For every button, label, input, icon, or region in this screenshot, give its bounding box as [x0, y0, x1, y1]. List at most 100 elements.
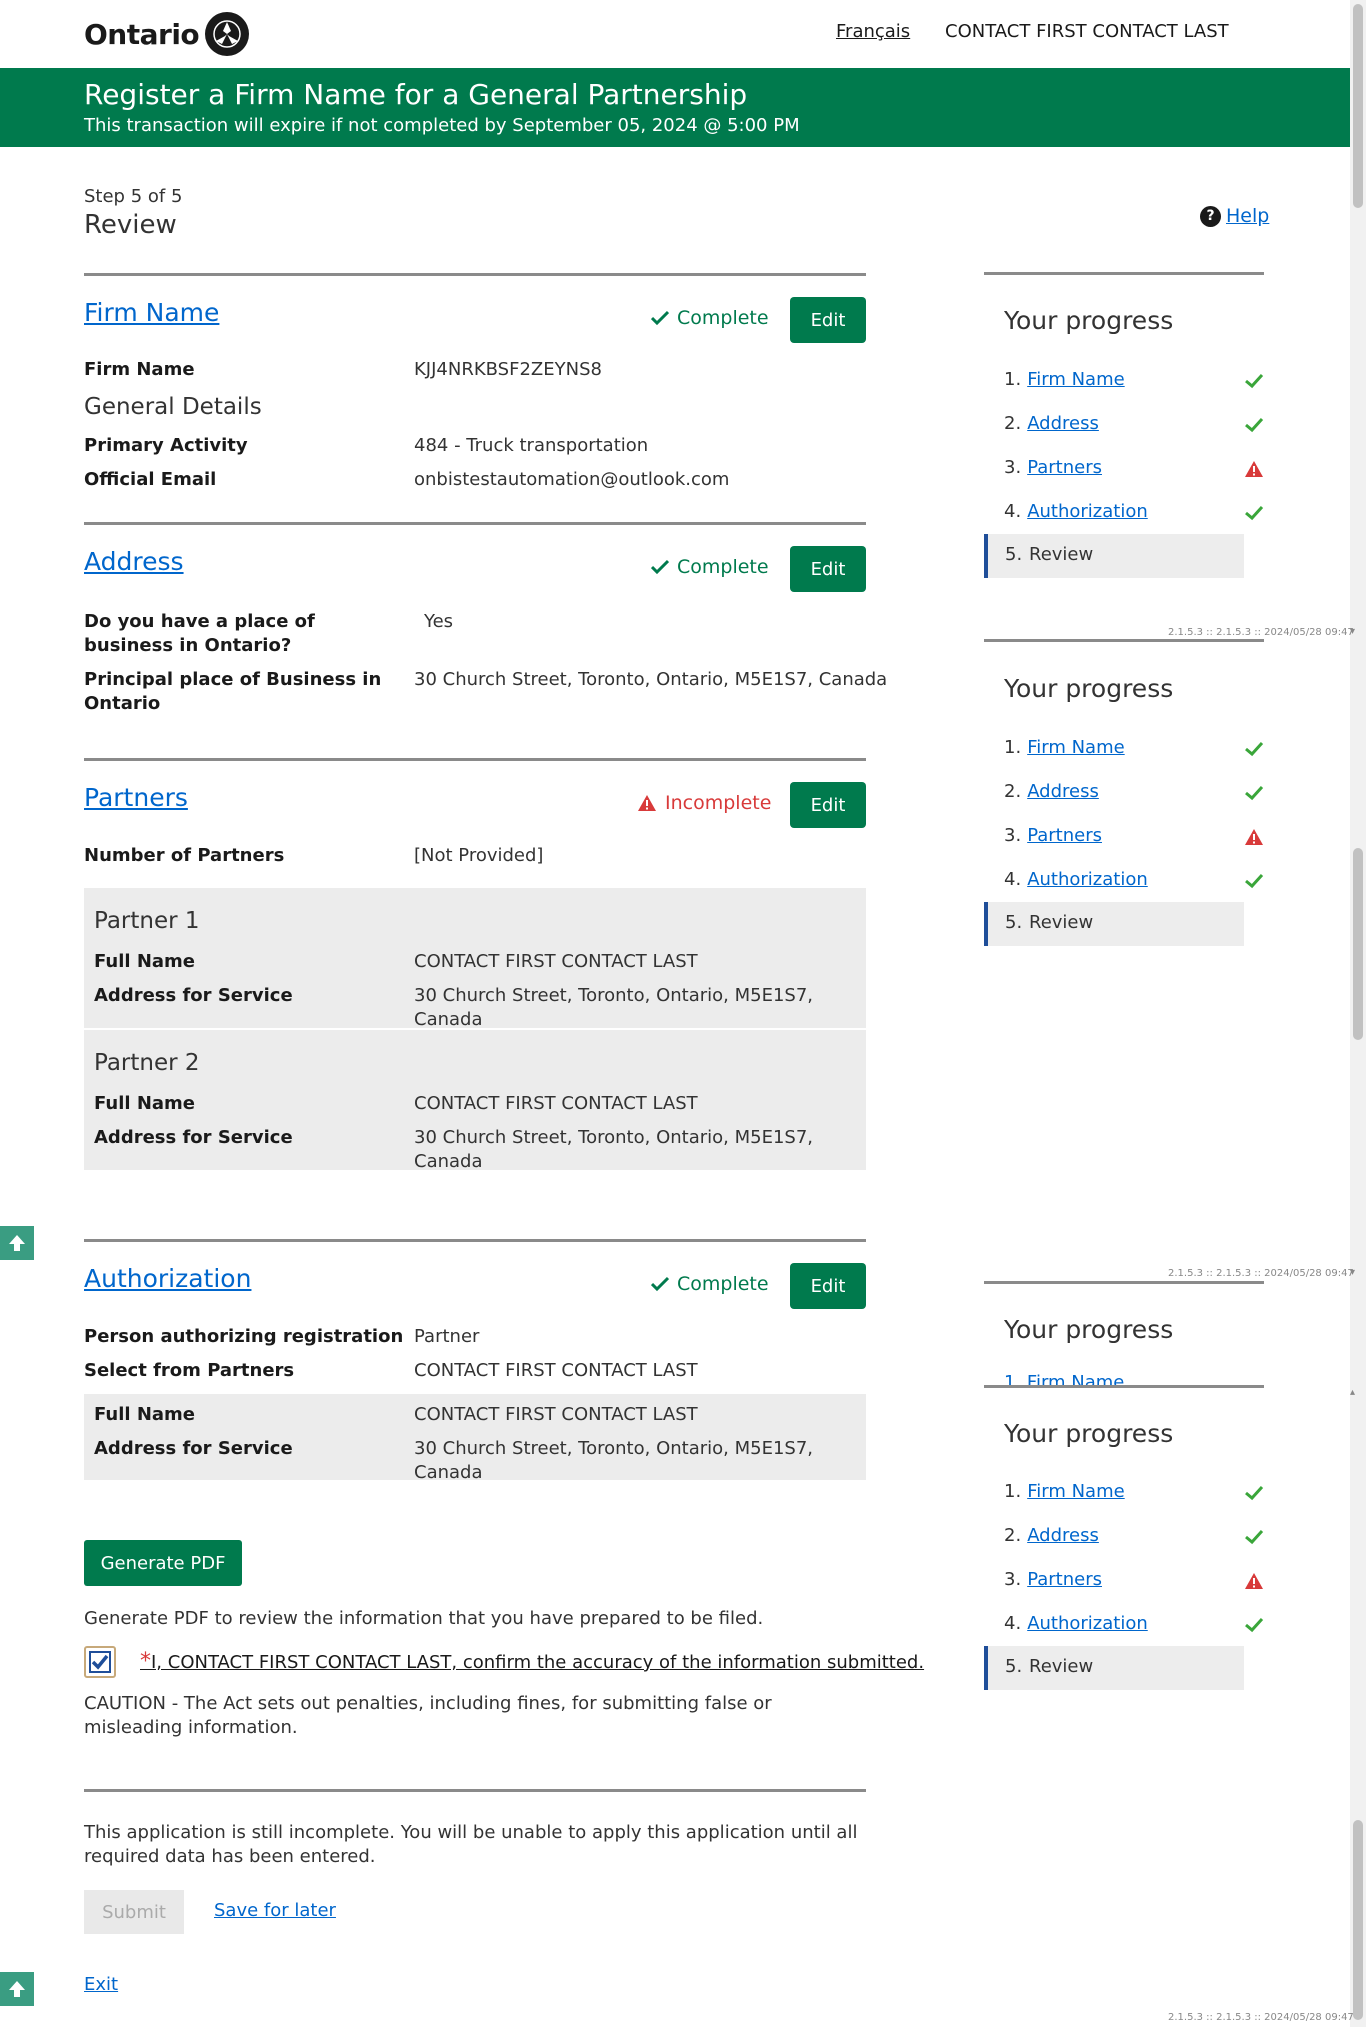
- save-for-later-link[interactable]: Save for later: [214, 1900, 336, 1921]
- generate-pdf-button[interactable]: Generate PDF: [84, 1540, 242, 1586]
- progress-title: Your progress: [1004, 306, 1174, 335]
- check-icon: [1245, 1485, 1264, 1501]
- progress-item-authorization: 4. Authorization: [1004, 869, 1148, 890]
- check-icon: [1245, 1617, 1264, 1633]
- progress-title: Your progress: [1004, 1315, 1174, 1344]
- step-title: Review: [84, 210, 177, 240]
- progress-item-firm-name: 1. Firm Name: [1004, 369, 1125, 390]
- firm-name-status: Complete: [651, 307, 769, 329]
- address-for-service-label: Address for Service: [94, 1438, 293, 1459]
- check-icon: [651, 559, 669, 575]
- status-text: Complete: [677, 1273, 769, 1295]
- address-for-service-value: 30 Church Street, Toronto, Ontario, M5E1…: [414, 985, 813, 1030]
- general-details-heading: General Details: [84, 394, 262, 420]
- progress-item-partners: 3. Partners: [1004, 457, 1102, 478]
- confirm-text[interactable]: I, CONTACT FIRST CONTACT LAST, confirm t…: [151, 1652, 924, 1673]
- place-of-business-label: Do you have a place of business in Ontar…: [84, 611, 315, 656]
- progress-item-authorization: 4. Authorization: [1004, 1613, 1148, 1634]
- check-icon: [651, 1276, 669, 1292]
- progress-divider: [984, 272, 1264, 275]
- partner-title: Partner 2: [94, 1050, 200, 1076]
- primary-activity-label: Primary Activity: [84, 435, 248, 456]
- number-of-partners-label: Number of Partners: [84, 845, 285, 866]
- partners-section-link[interactable]: Partners: [84, 783, 188, 812]
- address-for-service-value: 30 Church Street, Toronto, Ontario, M5E1…: [414, 1438, 813, 1483]
- progress-item-firm-name: 1. Firm Name: [1004, 737, 1125, 758]
- progress-item-partners: 3. Partners: [1004, 825, 1102, 846]
- address-edit-button[interactable]: Edit: [790, 546, 866, 592]
- progress-divider: [984, 1385, 1264, 1388]
- confirm-accuracy-label[interactable]: *I, CONTACT FIRST CONTACT LAST, confirm …: [140, 1649, 924, 1674]
- check-icon: [1245, 873, 1264, 889]
- check-icon: [1245, 417, 1264, 433]
- section-divider: [84, 758, 866, 761]
- authorization-status: Complete: [651, 1273, 769, 1295]
- authorizer-card: Full Name CONTACT FIRST CONTACT LAST Add…: [84, 1394, 866, 1483]
- principal-place-label: Principal place of Business in Ontario: [84, 669, 382, 714]
- full-name-label: Full Name: [94, 1404, 195, 1425]
- step-indicator: Step 5 of 5: [84, 186, 183, 207]
- question-icon: ?: [1200, 205, 1221, 227]
- warning-icon: [638, 795, 656, 811]
- confirm-checkbox[interactable]: [84, 1646, 116, 1678]
- status-text: Incomplete: [665, 792, 772, 814]
- chevron-down-icon: ▾: [1350, 1267, 1356, 1278]
- authorization-section-link[interactable]: Authorization: [84, 1264, 251, 1293]
- authorization-edit-button[interactable]: Edit: [790, 1263, 866, 1309]
- firm-name-section-link[interactable]: Firm Name: [84, 298, 219, 327]
- address-section-link[interactable]: Address: [84, 547, 184, 576]
- chevron-down-icon: ▾: [1350, 626, 1356, 637]
- scroll-thumb[interactable]: [1353, 1820, 1363, 2020]
- ontario-logo[interactable]: Ontario: [84, 12, 250, 56]
- back-to-top-button[interactable]: [0, 1226, 34, 1260]
- official-email-value: onbistestautomation@outlook.com: [414, 469, 730, 490]
- full-name-label: Full Name: [94, 1093, 195, 1114]
- page-scrollbar[interactable]: [1350, 0, 1366, 2027]
- top-bar: Ontario Français CONTACT FIRST CONTACT L…: [0, 0, 1350, 68]
- help-link-label[interactable]: Help: [1226, 205, 1269, 227]
- chevron-up-icon: ▴: [1350, 1387, 1356, 1398]
- progress-item-firm-name: 1. Firm Name: [1004, 1481, 1125, 1502]
- user-name[interactable]: CONTACT FIRST CONTACT LAST: [945, 21, 1229, 42]
- person-authorizing-label: Person authorizing registration: [84, 1326, 404, 1347]
- section-divider: [84, 522, 866, 525]
- check-icon: [651, 310, 669, 326]
- partners-edit-button[interactable]: Edit: [790, 782, 866, 828]
- scroll-thumb[interactable]: [1353, 848, 1363, 1040]
- warning-icon: [1245, 461, 1263, 477]
- arrow-up-icon: [9, 1235, 25, 1251]
- address-status: Complete: [651, 556, 769, 578]
- full-name-value: CONTACT FIRST CONTACT LAST: [414, 1404, 698, 1425]
- back-to-top-button[interactable]: [0, 1972, 34, 2006]
- partner-title: Partner 1: [94, 908, 200, 934]
- scroll-thumb[interactable]: [1353, 4, 1363, 208]
- partners-status: Incomplete: [637, 792, 771, 814]
- firm-name-edit-button[interactable]: Edit: [790, 297, 866, 343]
- logo-text: Ontario: [84, 17, 200, 51]
- trillium-icon: [205, 12, 250, 56]
- firm-name-label: Firm Name: [84, 359, 195, 380]
- progress-title: Your progress: [1004, 674, 1174, 703]
- required-marker: *: [140, 1649, 151, 1674]
- progress-item-review: 5. Review: [984, 1646, 1244, 1690]
- select-from-partners-value: CONTACT FIRST CONTACT LAST: [414, 1360, 698, 1381]
- page-banner: Register a Firm Name for a General Partn…: [0, 68, 1350, 147]
- help-link[interactable]: ? Help: [1200, 205, 1269, 227]
- progress-title: Your progress: [1004, 1419, 1174, 1448]
- firm-name-value: KJJ4NRKBSF2ZEYNS8: [414, 359, 602, 380]
- address-for-service-value: 30 Church Street, Toronto, Ontario, M5E1…: [414, 1127, 813, 1172]
- language-link[interactable]: Français: [836, 21, 910, 42]
- full-name-value: CONTACT FIRST CONTACT LAST: [414, 951, 698, 972]
- full-name-value: CONTACT FIRST CONTACT LAST: [414, 1093, 698, 1114]
- version-label: 2.1.5.3 :: 2.1.5.3 :: 2024/05/28 09:47: [1168, 2012, 1354, 2023]
- check-icon: [1245, 373, 1264, 389]
- section-divider: [84, 273, 866, 276]
- progress-divider: [984, 639, 1264, 642]
- progress-item-authorization: 4. Authorization: [1004, 501, 1148, 522]
- submit-button[interactable]: Submit: [84, 1890, 184, 1934]
- progress-item-partners: 3. Partners: [1004, 1569, 1102, 1590]
- checkmark-icon: [91, 1654, 109, 1670]
- exit-link[interactable]: Exit: [84, 1974, 118, 1995]
- select-from-partners-label: Select from Partners: [84, 1360, 295, 1381]
- section-divider: [84, 1789, 866, 1792]
